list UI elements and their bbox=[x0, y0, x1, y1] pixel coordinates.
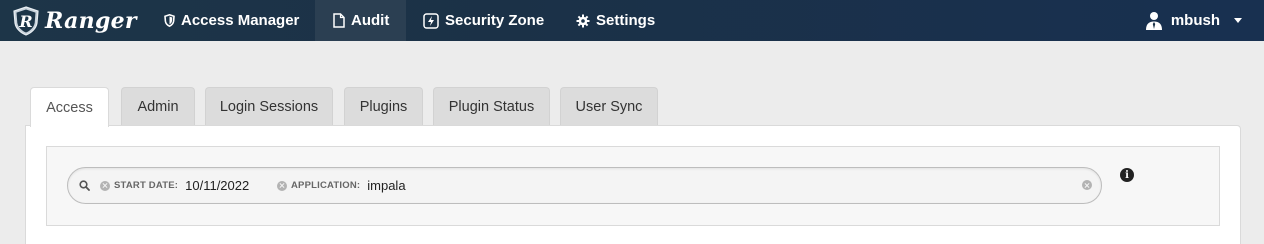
shield-icon bbox=[164, 14, 175, 27]
file-icon bbox=[333, 13, 345, 28]
brand[interactable]: R Ranger bbox=[10, 3, 137, 39]
brand-name: Ranger bbox=[45, 8, 137, 34]
tab-plugin-status[interactable]: Plugin Status bbox=[433, 87, 550, 126]
nav-settings-label: Settings bbox=[596, 12, 656, 29]
facet-category: START DATE: bbox=[114, 180, 179, 191]
remove-facet-icon[interactable] bbox=[277, 180, 287, 191]
search-input[interactable]: START DATE: 10/11/2022 APPLICATION: impa… bbox=[67, 167, 1102, 204]
facet-value[interactable]: impala bbox=[367, 178, 405, 193]
remove-facet-icon[interactable] bbox=[100, 180, 110, 191]
top-navbar: R Ranger Access Manager Audit Security Z… bbox=[0, 0, 1264, 41]
nav-access-manager[interactable]: Access Manager bbox=[150, 0, 313, 41]
tab-login-sessions-label: Login Sessions bbox=[219, 99, 319, 115]
tab-login-sessions[interactable]: Login Sessions bbox=[205, 87, 333, 126]
tab-access[interactable]: Access bbox=[30, 87, 109, 127]
caret-down-icon bbox=[1234, 18, 1242, 23]
tab-admin-label: Admin bbox=[137, 99, 179, 115]
user-menu[interactable]: mbush bbox=[1145, 0, 1242, 41]
facet-category: APPLICATION: bbox=[291, 180, 361, 191]
nav-security-zone-label: Security Zone bbox=[445, 12, 545, 29]
nav-audit-label: Audit bbox=[351, 12, 390, 29]
user-icon bbox=[1145, 11, 1162, 30]
ranger-logo-icon: R bbox=[13, 6, 39, 36]
search-facet-start-date[interactable]: START DATE: 10/11/2022 bbox=[100, 168, 249, 203]
tab-plugin-status-label: Plugin Status bbox=[448, 99, 535, 115]
tab-plugins-label: Plugins bbox=[359, 99, 408, 115]
clear-search-icon[interactable] bbox=[1082, 180, 1092, 190]
tab-plugins[interactable]: Plugins bbox=[344, 87, 423, 126]
gear-icon bbox=[576, 14, 590, 27]
tab-user-sync[interactable]: User Sync bbox=[560, 87, 658, 126]
search-facet-application[interactable]: APPLICATION: impala bbox=[277, 168, 406, 203]
nav-settings[interactable]: Settings bbox=[562, 0, 669, 41]
nav-access-manager-label: Access Manager bbox=[181, 12, 300, 29]
search-icon bbox=[79, 180, 90, 191]
nav-security-zone[interactable]: Security Zone bbox=[409, 0, 558, 41]
bolt-square-icon bbox=[423, 12, 439, 29]
tab-user-sync-label: User Sync bbox=[575, 99, 643, 115]
tab-access-label: Access bbox=[46, 99, 93, 116]
user-name: mbush bbox=[1170, 12, 1220, 29]
svg-text:R: R bbox=[18, 12, 32, 31]
facet-value[interactable]: 10/11/2022 bbox=[185, 178, 249, 193]
info-icon[interactable]: i bbox=[1120, 168, 1134, 182]
nav-audit[interactable]: Audit bbox=[315, 0, 406, 41]
tab-admin[interactable]: Admin bbox=[121, 87, 195, 126]
